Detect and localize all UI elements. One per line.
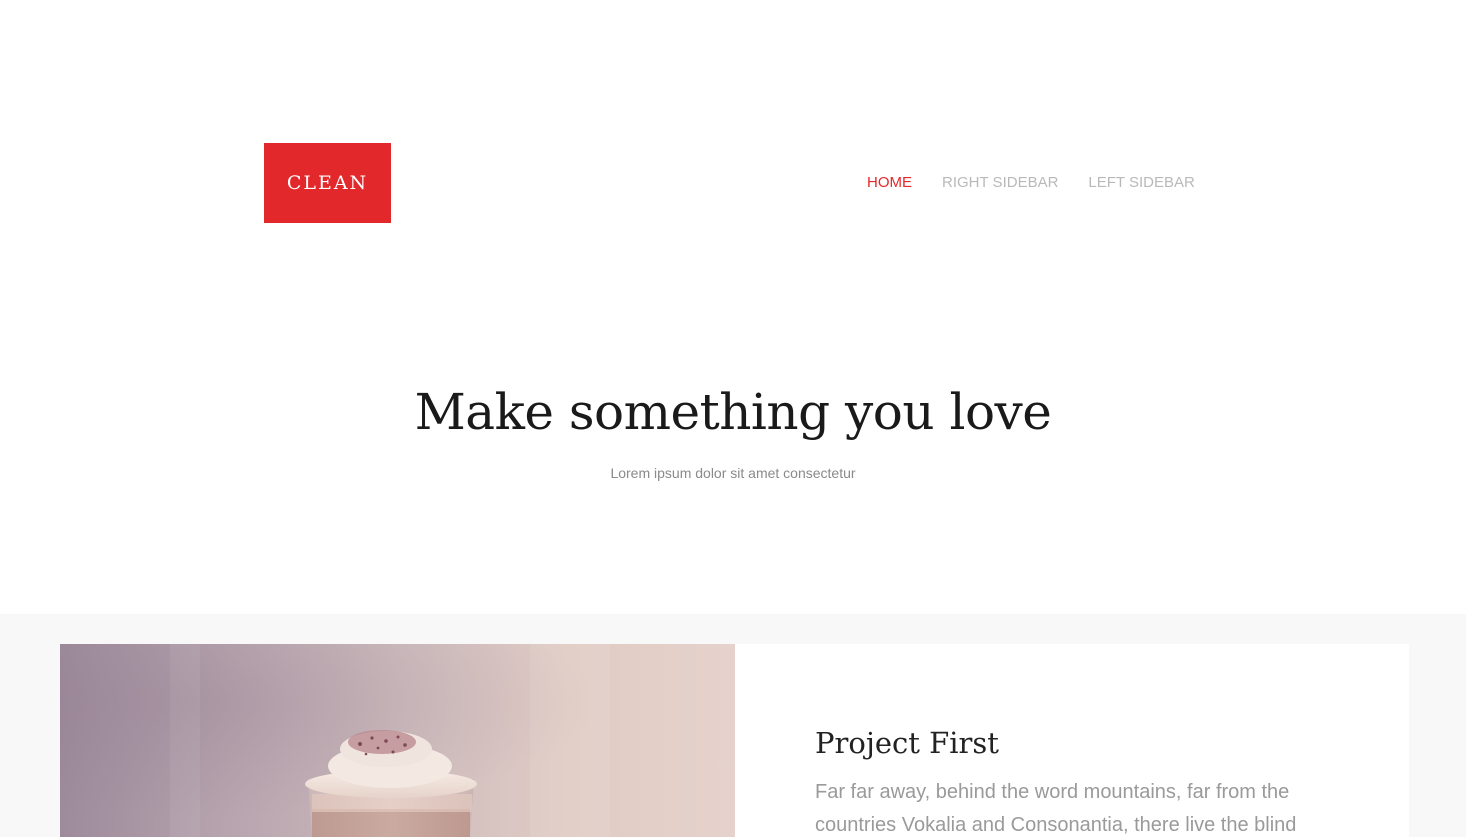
project-card: Project First Far far away, behind the w… — [60, 644, 1409, 837]
dessert-photo — [60, 644, 735, 837]
site-header: CLEAN HOME RIGHT SIDEBAR LEFT SIDEBAR Ma… — [0, 0, 1466, 614]
projects-section: Project First Far far away, behind the w… — [0, 614, 1466, 837]
project-description: Far far away, behind the word mountains,… — [815, 781, 1297, 836]
hero-title: Make something you love — [414, 383, 1052, 441]
logo[interactable]: CLEAN — [264, 143, 391, 223]
hero-subtitle: Lorem ipsum dolor sit amet consectetur — [610, 465, 856, 481]
project-image[interactable] — [60, 644, 735, 837]
nav-item-home[interactable]: HOME — [867, 174, 912, 192]
nav-item-left-sidebar[interactable]: LEFT SIDEBAR — [1088, 174, 1194, 192]
project-title[interactable]: Project First — [815, 724, 1335, 762]
project-body: Project First Far far away, behind the w… — [815, 724, 1335, 837]
nav-item-right-sidebar[interactable]: RIGHT SIDEBAR — [942, 174, 1058, 192]
main-nav: HOME RIGHT SIDEBAR LEFT SIDEBAR — [867, 174, 1195, 192]
